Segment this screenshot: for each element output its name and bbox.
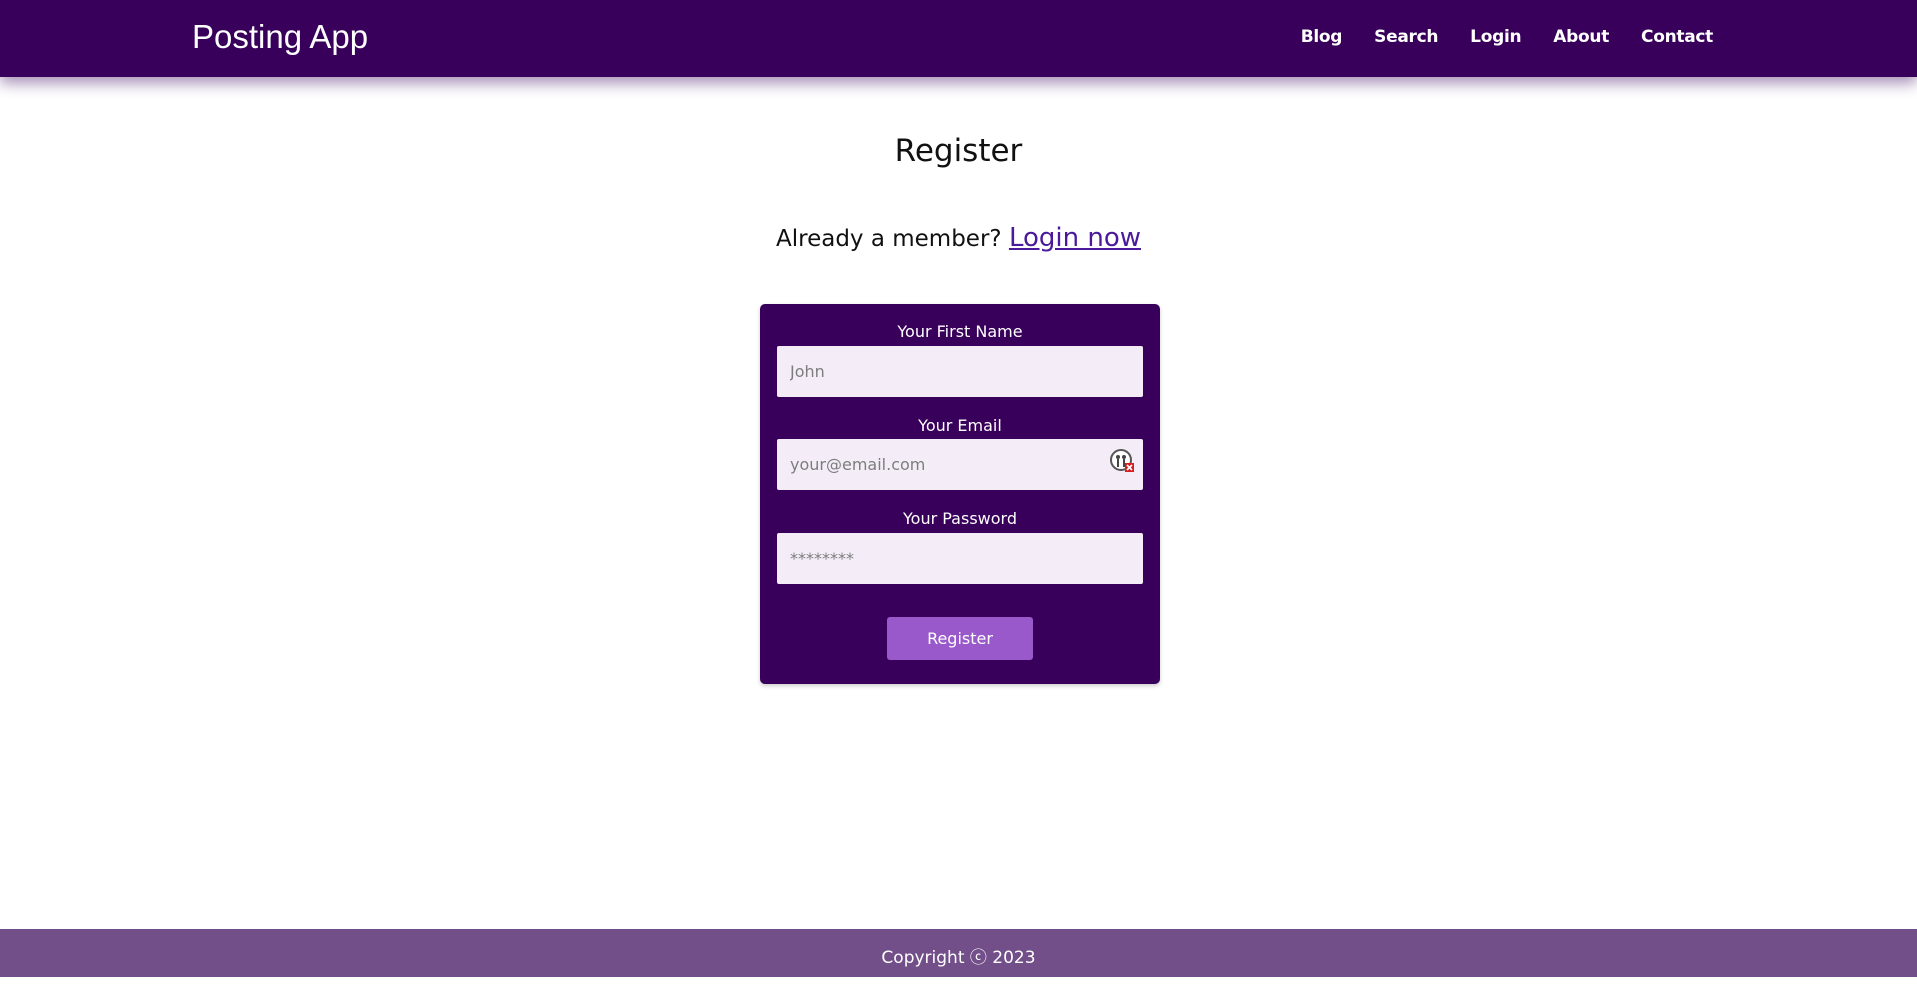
nav-link-contact[interactable]: Contact xyxy=(1641,24,1713,50)
nav-link-about[interactable]: About xyxy=(1553,24,1609,50)
nav-links: Blog Search Login About Contact xyxy=(1301,24,1714,50)
nav-link-blog[interactable]: Blog xyxy=(1301,24,1343,50)
navbar: Posting App Blog Search Login About Cont… xyxy=(0,0,1917,77)
footer: Copyright ⓒ 2023 xyxy=(0,929,1917,977)
brand-link[interactable]: Posting App xyxy=(192,17,368,57)
register-form: Your First Name Your Email Your Password… xyxy=(760,304,1160,684)
nav-link-search[interactable]: Search xyxy=(1374,24,1438,50)
password-manager-icon-graphic xyxy=(1110,449,1134,472)
email-input[interactable] xyxy=(777,439,1143,490)
first-name-label: Your First Name xyxy=(897,322,1023,341)
first-name-input[interactable] xyxy=(777,346,1143,397)
password-manager-icon[interactable] xyxy=(1110,449,1134,473)
email-label: Your Email xyxy=(918,416,1002,435)
member-prompt-text: Already a member? xyxy=(776,226,1002,252)
page-title: Register xyxy=(894,133,1023,169)
member-prompt: Already a member? Login now xyxy=(0,221,1917,256)
password-label: Your Password xyxy=(903,509,1017,528)
copyright-text: Copyright ⓒ 2023 xyxy=(881,948,1036,968)
password-input[interactable] xyxy=(777,533,1143,584)
login-now-link[interactable]: Login now xyxy=(1009,223,1141,253)
register-button[interactable]: Register xyxy=(887,617,1033,660)
nav-link-login[interactable]: Login xyxy=(1470,24,1521,50)
